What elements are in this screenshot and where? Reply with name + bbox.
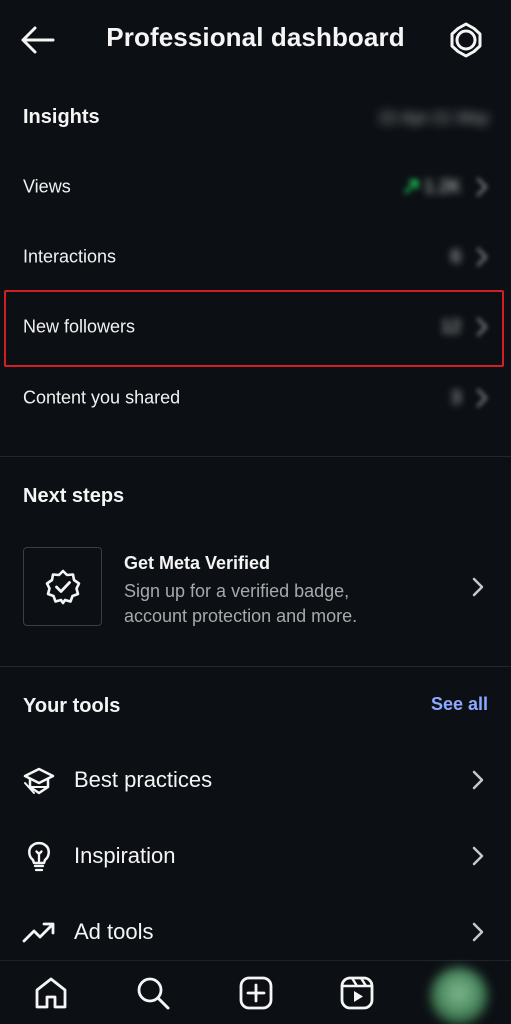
chevron-right-icon [476,317,488,337]
tool-label: Best practices [74,767,213,792]
tool-inspiration[interactable]: Inspiration [0,821,511,891]
meta-verified-description: Sign up for a verified badge, account pr… [124,581,358,626]
tool-ad-tools[interactable]: Ad tools [0,897,511,967]
trend-up-icon [403,179,419,195]
date-range: 22 Apr-21 May [378,108,489,127]
bottom-nav [0,960,511,1024]
reels-icon [340,976,374,1010]
lightbulb-icon [28,841,50,872]
chevron-right-icon [472,577,484,597]
insight-value: 6 [450,246,461,267]
chevron-right-icon [476,388,488,408]
insight-label: Interactions [23,246,117,267]
tool-best-practices[interactable]: Best practices [0,745,511,815]
page-title: Professional dashboard [106,22,405,52]
tool-label: Inspiration [74,843,176,868]
insight-row-content-shared[interactable]: Content you shared 3 [0,363,511,433]
chevron-right-icon [472,922,484,942]
settings-button[interactable] [446,20,486,60]
chevron-right-icon [476,247,488,267]
meta-verified-title: Get Meta Verified [124,553,271,573]
nav-create-button[interactable] [238,975,274,1011]
insight-value: 1.2K [423,176,461,197]
search-icon [137,977,170,1010]
profile-avatar[interactable] [430,967,488,1024]
meta-verified-card[interactable]: Get Meta Verified Sign up for a verified… [0,535,511,640]
your-tools-title: Your tools [23,695,121,717]
see-all-link[interactable]: See all [431,694,488,715]
chevron-right-icon [476,177,488,197]
divider [0,456,511,457]
create-icon [239,976,273,1010]
insight-row-new-followers[interactable]: New followers 12 [0,292,511,362]
next-steps-title: Next steps [23,485,125,507]
verified-badge-icon [45,569,81,605]
insight-value: 12 [440,316,461,337]
nav-search-button[interactable] [135,975,171,1011]
trend-arrow-icon [22,922,55,943]
nav-home-button[interactable] [33,975,69,1011]
chevron-right-icon [472,770,484,790]
tool-label: Ad tools [74,919,154,944]
insight-value: 3 [450,387,461,408]
insight-row-views[interactable]: Views 1.2K [0,152,511,222]
chevron-right-icon [472,846,484,866]
gear-icon [450,22,482,58]
meta-verified-icon-box [23,547,102,626]
insight-row-interactions[interactable]: Interactions 6 [0,222,511,292]
insight-label: Content you shared [23,387,181,408]
graduation-cap-icon [23,767,55,795]
divider [0,666,511,667]
home-icon [35,977,67,1009]
nav-reels-button[interactable] [339,975,375,1011]
insight-label: New followers [23,316,136,337]
header: Professional dashboard [0,0,511,80]
insight-label: Views [23,176,71,197]
insights-title: Insights [23,106,100,128]
